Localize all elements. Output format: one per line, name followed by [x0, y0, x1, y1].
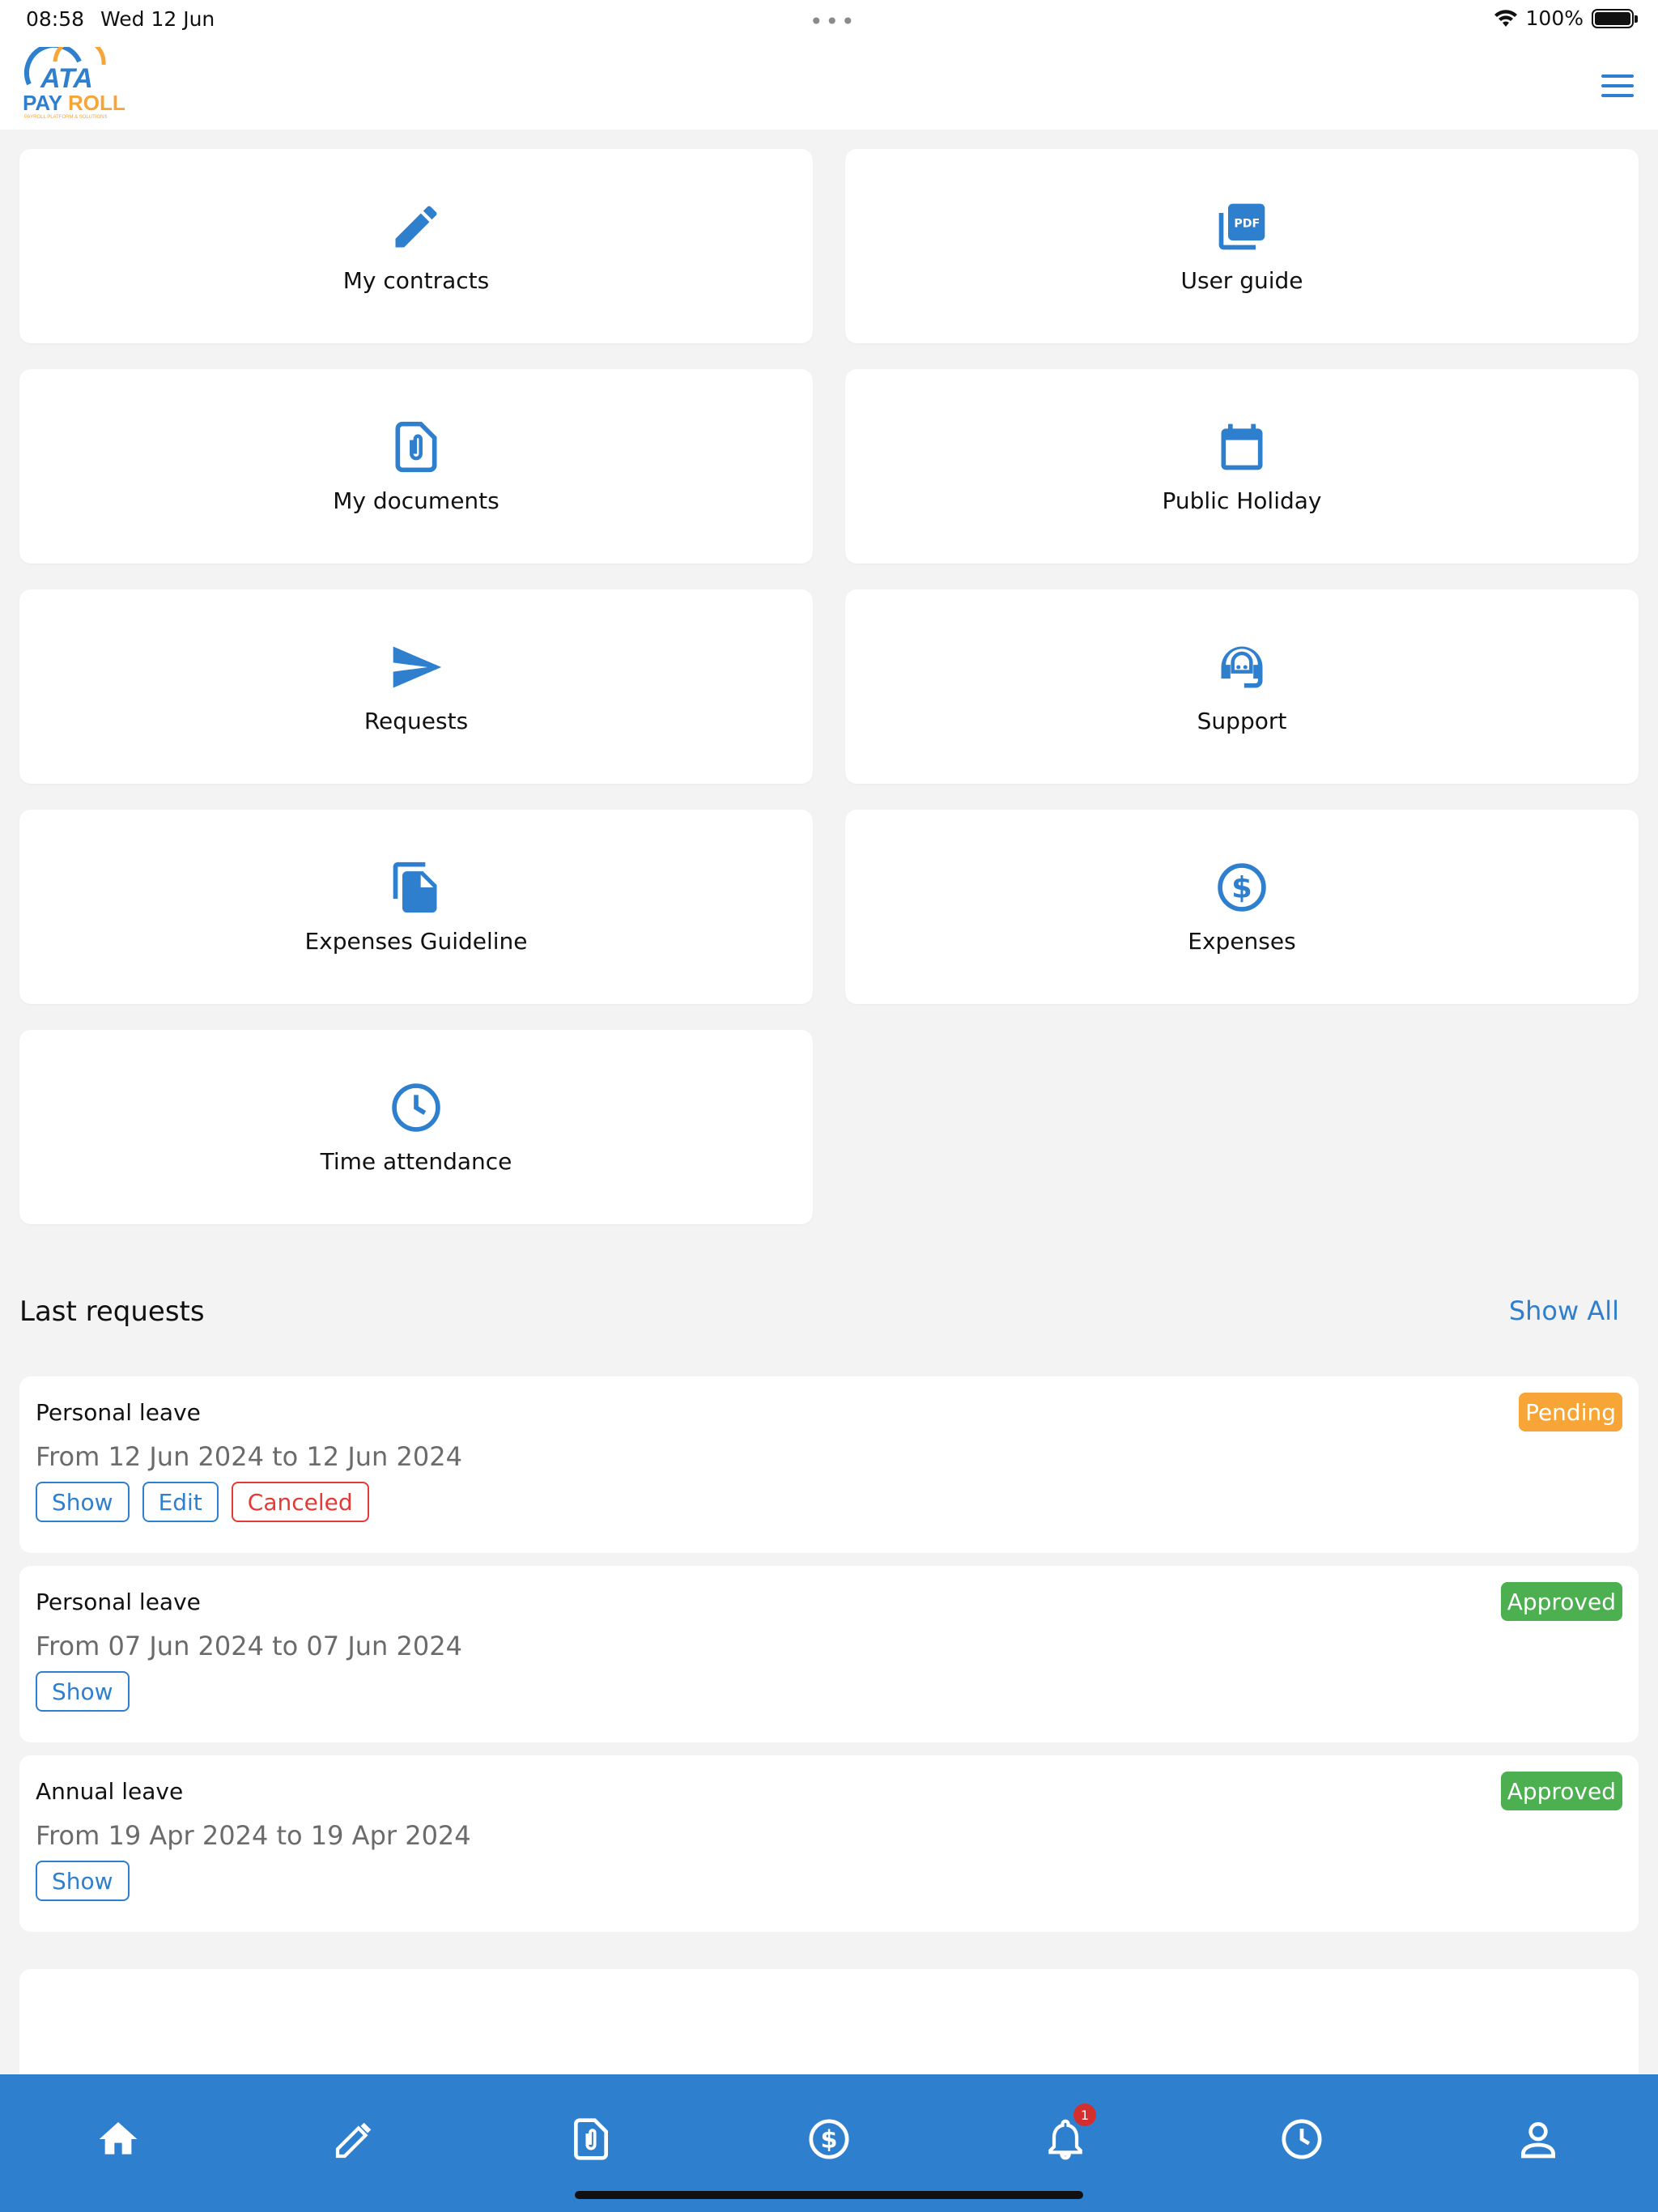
- status-time: 08:58: [26, 7, 85, 31]
- tile-expenses-guideline[interactable]: Expenses Guideline: [19, 810, 813, 1004]
- request-type: Personal leave: [36, 1589, 201, 1615]
- status-badge-approved: Approved: [1500, 1582, 1622, 1621]
- dollar-circle-icon: $: [809, 2119, 849, 2159]
- clock-icon: [1282, 2119, 1322, 2159]
- svg-text:$: $: [1231, 870, 1252, 905]
- show-button[interactable]: Show: [36, 1671, 130, 1712]
- request-type: Personal leave: [36, 1399, 201, 1426]
- show-button[interactable]: Show: [36, 1861, 130, 1901]
- edit-button[interactable]: Edit: [142, 1482, 219, 1522]
- request-dates: From 12 Jun 2024 to 12 Jun 2024: [36, 1441, 462, 1472]
- tab-documents[interactable]: [568, 2116, 614, 2162]
- status-badge-approved: Approved: [1500, 1772, 1622, 1810]
- tile-label: Public Holiday: [1162, 487, 1322, 514]
- notification-badge: 1: [1073, 2104, 1096, 2126]
- svg-text:$: $: [820, 2126, 837, 2155]
- tile-requests[interactable]: Requests: [19, 589, 813, 784]
- request-card[interactable]: Personal leave Pending From 12 Jun 2024 …: [19, 1376, 1639, 1553]
- pencil-icon: [335, 2122, 372, 2159]
- tile-label: Expenses: [1188, 927, 1296, 955]
- home-icon: [99, 2122, 138, 2155]
- battery-icon: [1592, 8, 1638, 28]
- tab-profile[interactable]: [1516, 2116, 1561, 2162]
- tile-label: My contracts: [342, 266, 490, 294]
- cancel-button[interactable]: Canceled: [231, 1482, 369, 1522]
- request-dates: From 19 Apr 2024 to 19 Apr 2024: [36, 1820, 471, 1851]
- send-icon: [393, 646, 442, 687]
- calendar-icon: [1221, 423, 1263, 470]
- request-dates: From 07 Jun 2024 to 07 Jun 2024: [36, 1631, 462, 1661]
- request-actions: Show Edit Canceled: [36, 1482, 369, 1522]
- paperclip-document-icon: [395, 421, 437, 472]
- person-icon: [1521, 2122, 1555, 2159]
- last-requests-heading: Last requests: [19, 1295, 205, 1328]
- tile-label: Support: [1197, 707, 1287, 734]
- status-badge-pending: Pending: [1519, 1393, 1622, 1431]
- tile-support[interactable]: Support: [845, 589, 1639, 784]
- tile-public-holiday[interactable]: Public Holiday: [845, 369, 1639, 564]
- request-actions: Show: [36, 1671, 130, 1712]
- tile-my-contracts[interactable]: My contracts: [19, 149, 813, 343]
- svg-text:PAY: PAY: [23, 91, 62, 115]
- tile-label: Expenses Guideline: [304, 927, 528, 955]
- tab-home[interactable]: [96, 2116, 141, 2162]
- svg-text:PAYROLL PLATFORM & SOLUTIONS: PAYROLL PLATFORM & SOLUTIONS: [24, 115, 107, 120]
- request-card[interactable]: Personal leave Approved From 07 Jun 2024…: [19, 1566, 1639, 1742]
- request-card[interactable]: Annual leave Approved From 19 Apr 2024 t…: [19, 1755, 1639, 1932]
- pdf-icon: PDF: [1218, 203, 1265, 249]
- file-copy-icon: [393, 861, 437, 912]
- tile-expenses[interactable]: $ Expenses: [845, 810, 1639, 1004]
- svg-text:ROLL: ROLL: [68, 91, 125, 115]
- tab-expenses[interactable]: $: [806, 2116, 852, 2162]
- tile-time-attendance[interactable]: Time attendance: [19, 1030, 813, 1224]
- menu-tile-grid: My contracts PDF User guide My documents…: [19, 149, 1639, 1224]
- tab-contracts[interactable]: [332, 2116, 377, 2162]
- tile-user-guide[interactable]: PDF User guide: [845, 149, 1639, 343]
- tile-label: Requests: [363, 707, 469, 734]
- request-actions: Show: [36, 1861, 130, 1901]
- app-header: ATA PAY ROLL PAYROLL PLATFORM & SOLUTION…: [0, 39, 1658, 130]
- multitasking-dots-icon[interactable]: •••: [810, 8, 857, 35]
- ata-payroll-logo[interactable]: ATA PAY ROLL PAYROLL PLATFORM & SOLUTION…: [23, 47, 136, 121]
- wifi-icon: [1494, 9, 1517, 27]
- pencil-icon: [395, 205, 437, 247]
- battery-percent: 100%: [1525, 6, 1584, 30]
- svg-text:PDF: PDF: [1234, 217, 1260, 230]
- tile-label: My documents: [333, 487, 500, 514]
- hamburger-menu-icon[interactable]: [1596, 65, 1639, 107]
- home-indicator[interactable]: [575, 2191, 1083, 2199]
- svg-text:ATA: ATA: [40, 63, 93, 94]
- tile-label: Time attendance: [320, 1147, 512, 1175]
- show-button[interactable]: Show: [36, 1482, 130, 1522]
- headset-icon: [1221, 646, 1263, 687]
- dollar-circle-icon: $: [1218, 862, 1266, 912]
- status-date: Wed 12 Jun: [100, 7, 215, 31]
- show-all-link[interactable]: Show All: [1509, 1295, 1619, 1326]
- status-bar: 08:58 Wed 12 Jun ••• 100%: [0, 0, 1658, 39]
- document-icon: [574, 2118, 608, 2160]
- tile-my-documents[interactable]: My documents: [19, 369, 813, 564]
- request-type: Annual leave: [36, 1778, 184, 1805]
- clock-icon: [392, 1083, 440, 1132]
- tab-time-attendance[interactable]: [1279, 2116, 1324, 2162]
- tile-label: User guide: [1180, 266, 1303, 294]
- tab-notifications[interactable]: 1: [1043, 2104, 1096, 2162]
